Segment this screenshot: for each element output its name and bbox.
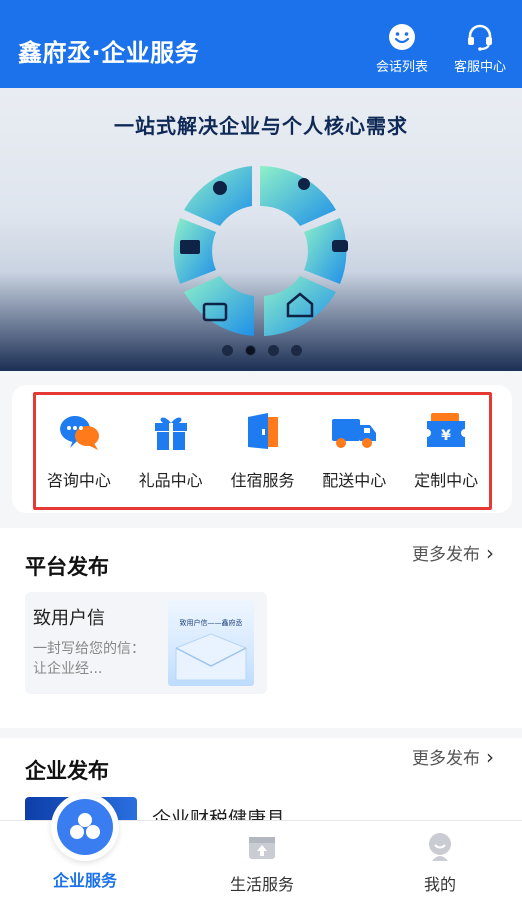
enterprise-more-link[interactable]: 更多发布 ›: [412, 744, 494, 770]
platform-article-desc: 一封写给您的信：让企业经...: [33, 641, 145, 677]
platform-more-label: 更多发布: [412, 545, 480, 565]
service-custom[interactable]: ¥ 定制中心: [402, 405, 490, 491]
carousel-indicator[interactable]: [222, 345, 302, 356]
chat-bubble-icon: [59, 416, 99, 450]
headset-icon: [468, 24, 492, 51]
chat-list-button[interactable]: 会话列表: [372, 22, 432, 75]
chevron-right-icon: ›: [486, 744, 494, 769]
banner-title: 一站式解决企业与个人核心需求: [114, 114, 408, 138]
platform-article-thumbnail: 致用户信——鑫府丞: [168, 600, 254, 686]
app-title: 鑫府丞·企业服务: [18, 39, 200, 67]
enterprise-section-title: 企业发布: [25, 759, 109, 783]
platform-more-link[interactable]: 更多发布 ›: [412, 540, 494, 566]
service-consult-label: 咨询中心: [46, 471, 111, 490]
carousel-dot[interactable]: [291, 345, 302, 356]
svg-text:¥: ¥: [441, 428, 451, 444]
service-consult[interactable]: 咨询中心: [35, 405, 123, 491]
tab-enterprise-service-label: 企业服务: [52, 871, 117, 890]
customer-service-button[interactable]: 客服中心: [450, 22, 510, 75]
platform-section-title: 平台发布: [25, 555, 109, 579]
tab-mine[interactable]: 我的: [370, 821, 510, 898]
smiley-icon: [389, 24, 415, 50]
chevron-right-icon: ›: [486, 540, 494, 565]
platform-article-title: 致用户信: [33, 608, 105, 629]
box-icon: [249, 837, 275, 859]
service-custom-label: 定制中心: [414, 471, 479, 490]
ticket-yen-icon: ¥: [427, 413, 466, 447]
tab-life-service-label: 生活服务: [229, 875, 294, 894]
service-delivery-label: 配送中心: [322, 471, 387, 490]
carousel-dot-active[interactable]: [245, 345, 256, 356]
app-header: 鑫府丞·企业服务 会话列表 客服中心: [0, 0, 522, 88]
chat-list-label: 会话列表: [375, 60, 428, 75]
carousel-dot[interactable]: [268, 345, 279, 356]
customer-service-label: 客服中心: [453, 60, 506, 75]
service-grid: 咨询中心 礼品中心 住宿服务 配送中心 ¥ 定制中心: [33, 405, 492, 491]
tab-life-service[interactable]: 生活服务: [192, 821, 332, 898]
truck-icon: [332, 419, 377, 448]
enterprise-logo-icon: [70, 813, 100, 839]
service-delivery[interactable]: 配送中心: [310, 405, 398, 491]
service-lodging[interactable]: 住宿服务: [218, 405, 306, 491]
door-icon: [248, 413, 279, 449]
envelope-icon: [175, 633, 247, 681]
enterprise-more-label: 更多发布: [412, 749, 480, 769]
service-gift-label: 礼品中心: [138, 471, 203, 490]
service-gift[interactable]: 礼品中心: [127, 405, 215, 491]
tab-mine-label: 我的: [423, 875, 456, 894]
profile-icon: [429, 833, 451, 861]
service-ring-illustration: [173, 166, 348, 336]
carousel-dot[interactable]: [222, 345, 233, 356]
service-lodging-label: 住宿服务: [230, 471, 295, 490]
tab-enterprise-service-icon-button[interactable]: [51, 793, 119, 861]
promo-banner[interactable]: 一站式解决企业与个人核心需求: [0, 88, 522, 371]
platform-article-card[interactable]: 致用户信 一封写给您的信：让企业经... 致用户信——鑫府丞: [25, 592, 267, 694]
gift-icon: [154, 417, 187, 450]
